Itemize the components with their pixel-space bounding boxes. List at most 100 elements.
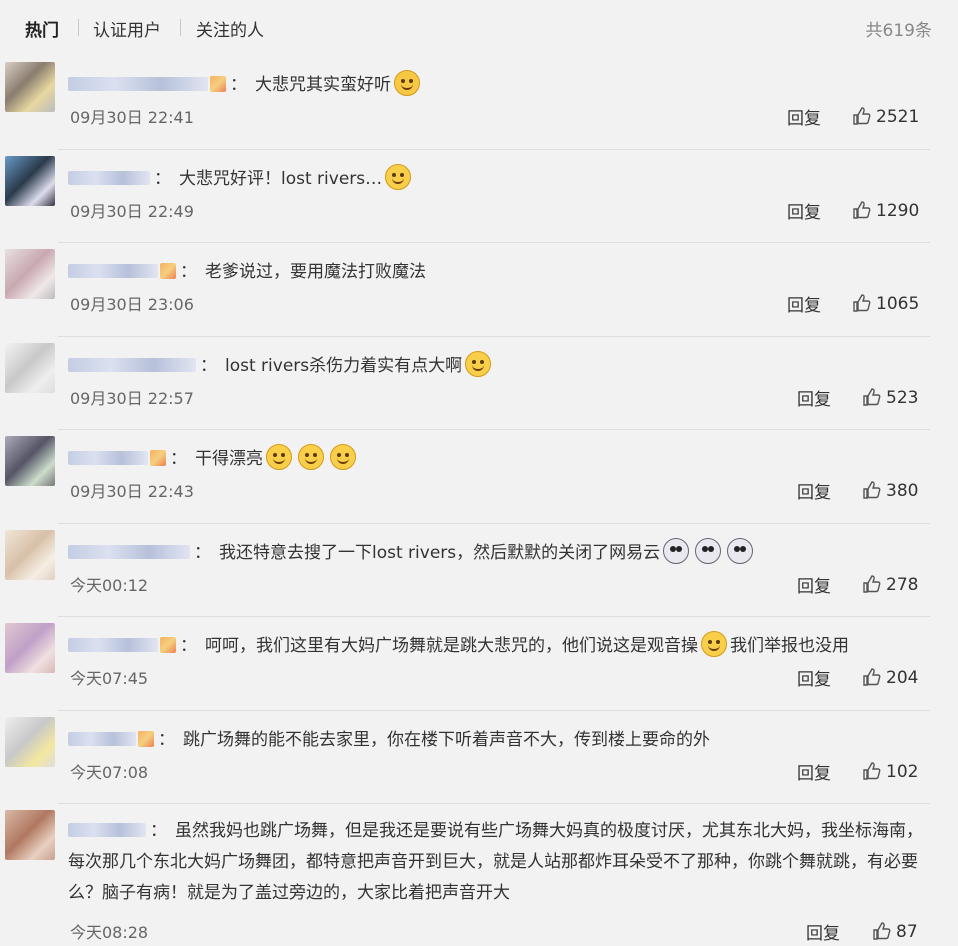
comment-item: ： 跳广场舞的能不能去家里，你在楼下听着声音不大，传到楼上要命的外 今天07:08 回… bbox=[0, 711, 958, 804]
colon: ： bbox=[180, 636, 197, 656]
avatar[interactable] bbox=[5, 342, 55, 393]
tab-following[interactable]: 关注的人 bbox=[196, 16, 264, 41]
username-blurred[interactable] bbox=[68, 823, 146, 837]
comment-body: ： 老爹说过，要用魔法打败魔法 bbox=[68, 257, 918, 287]
dog-emoji-icon bbox=[663, 537, 690, 564]
tab-verified-users[interactable]: 认证用户 bbox=[93, 16, 161, 41]
reply-button[interactable]: 回复 bbox=[797, 572, 831, 597]
reply-button[interactable]: 回复 bbox=[797, 478, 831, 503]
avatar[interactable] bbox=[5, 62, 55, 112]
laugh-emoji-icon bbox=[465, 350, 492, 377]
comment-count: 共619条 bbox=[865, 21, 932, 41]
like-button[interactable]: 1290 bbox=[852, 200, 919, 221]
user-badge-icon bbox=[160, 637, 176, 653]
reply-button[interactable]: 回复 bbox=[787, 198, 821, 223]
cry-emoji-icon bbox=[701, 631, 727, 657]
user-badge-icon bbox=[150, 450, 166, 466]
comment-item: ： 我还特意去搜了一下lost rivers，然后默默的关闭了网易云今天00:12… bbox=[0, 524, 958, 617]
comment-text-continued: 我们举报也没用 bbox=[730, 636, 849, 656]
like-button[interactable]: 1065 bbox=[852, 293, 919, 314]
comment-body: ： 大悲咒其实蛮好听 bbox=[68, 70, 918, 100]
comment-time: 今天00:12 bbox=[70, 575, 149, 595]
comment-text: 虽然我妈也跳广场舞，但是我还是要说有些广场舞大妈真的极度讨厌，尤其东北大妈，我坐… bbox=[68, 821, 923, 903]
tab-separator bbox=[78, 19, 79, 36]
thumbs-up-icon bbox=[872, 921, 892, 941]
dog-emoji-icon bbox=[695, 537, 722, 564]
comment-text: 我还特意去搜了一下lost rivers，然后默默的关闭了网易云 bbox=[219, 542, 661, 563]
colon: ： bbox=[170, 449, 187, 469]
comment-text: 老爹说过，要用魔法打败魔法 bbox=[205, 262, 426, 282]
avatar[interactable] bbox=[5, 529, 55, 580]
like-count: 380 bbox=[886, 481, 919, 501]
reply-button[interactable]: 回复 bbox=[806, 919, 840, 944]
thumbs-up-icon bbox=[862, 761, 882, 781]
avatar[interactable] bbox=[5, 249, 55, 299]
comment-text: lost rivers杀伤力着实有点大啊 bbox=[225, 355, 463, 376]
like-count: 278 bbox=[886, 574, 919, 595]
comment-body: ： lost rivers杀伤力着实有点大啊 bbox=[68, 350, 918, 381]
tab-hot[interactable]: 热门 bbox=[25, 16, 59, 41]
comment-item: ： 干得漂亮 09月30日 22:43 回复 380 bbox=[0, 430, 958, 524]
smile-emoji-icon bbox=[298, 444, 324, 470]
grin-emoji-icon bbox=[394, 70, 420, 96]
reply-button[interactable]: 回复 bbox=[787, 104, 821, 129]
username-blurred[interactable] bbox=[68, 170, 150, 185]
like-button[interactable]: 204 bbox=[862, 667, 918, 688]
avatar[interactable] bbox=[5, 155, 55, 206]
like-count: 2521 bbox=[876, 107, 920, 127]
thumbs-up-icon bbox=[862, 574, 882, 594]
comment-time: 09月30日 22:41 bbox=[70, 108, 194, 127]
thumbs-up-icon bbox=[862, 480, 882, 500]
comment-time: 今天07:08 bbox=[70, 762, 149, 782]
thumbs-up-icon bbox=[852, 106, 872, 126]
comment-item: ： lost rivers杀伤力着实有点大啊 09月30日 22:57 回复 523 bbox=[0, 337, 958, 430]
comment-item: ： 呵呵，我们这里有大妈广场舞就是跳大悲咒的，他们说这是观音操 我们举报也没用今天0… bbox=[0, 617, 958, 711]
comment-time: 09月30日 22:43 bbox=[70, 482, 194, 501]
colon: ： bbox=[230, 75, 247, 95]
user-badge-icon bbox=[210, 76, 226, 92]
like-count: 523 bbox=[886, 387, 919, 408]
like-count: 1290 bbox=[876, 200, 920, 221]
reply-button[interactable]: 回复 bbox=[797, 665, 831, 690]
comment-body: ： 我还特意去搜了一下lost rivers，然后默默的关闭了网易云 bbox=[68, 537, 918, 568]
like-button[interactable]: 523 bbox=[862, 387, 918, 408]
colon: ： bbox=[154, 168, 171, 189]
comment-time: 09月30日 22:49 bbox=[70, 201, 194, 221]
username-blurred[interactable] bbox=[68, 357, 196, 372]
comment-text: 呵呵，我们这里有大妈广场舞就是跳大悲咒的，他们说这是观音操 bbox=[205, 636, 698, 656]
avatar[interactable] bbox=[5, 623, 55, 673]
username-blurred[interactable] bbox=[68, 77, 208, 91]
comment-body: ： 干得漂亮 bbox=[68, 444, 918, 474]
comment-text: 大悲咒其实蛮好听 bbox=[255, 75, 391, 95]
username-blurred[interactable] bbox=[68, 451, 148, 465]
reply-button[interactable]: 回复 bbox=[797, 385, 831, 410]
like-button[interactable]: 278 bbox=[862, 574, 918, 595]
reply-button[interactable]: 回复 bbox=[797, 759, 831, 784]
comment-item: ：虽然我妈也跳广场舞，但是我还是要说有些广场舞大妈真的极度讨厌，尤其东北大妈，我… bbox=[0, 804, 958, 944]
thumbs-up-icon bbox=[862, 667, 882, 687]
like-button[interactable]: 2521 bbox=[852, 106, 919, 127]
thumbs-up-icon bbox=[862, 387, 882, 407]
like-count: 87 bbox=[896, 922, 918, 942]
like-count: 1065 bbox=[876, 294, 920, 314]
colon: ： bbox=[158, 729, 175, 750]
tab-separator bbox=[180, 19, 181, 36]
username-blurred[interactable] bbox=[68, 544, 190, 559]
comment-list: ： 大悲咒其实蛮好听 09月30日 22:41 回复 2521 ： 大悲咒好评！lost r… bbox=[0, 56, 958, 944]
reply-button[interactable]: 回复 bbox=[787, 291, 821, 316]
username-blurred[interactable] bbox=[68, 638, 158, 652]
comment-text: 大悲咒好评！lost rivers… bbox=[179, 168, 383, 189]
username-blurred[interactable] bbox=[68, 264, 158, 278]
avatar[interactable] bbox=[5, 716, 55, 767]
avatar[interactable] bbox=[5, 436, 55, 486]
dog-emoji-icon bbox=[727, 537, 754, 564]
thumbs-up-icon bbox=[852, 200, 872, 220]
like-count: 204 bbox=[886, 668, 919, 688]
username-blurred[interactable] bbox=[68, 731, 136, 746]
like-button[interactable]: 380 bbox=[862, 480, 918, 501]
colon: ： bbox=[194, 542, 211, 563]
avatar[interactable] bbox=[5, 810, 55, 860]
colon: ： bbox=[200, 355, 217, 376]
like-button[interactable]: 102 bbox=[862, 761, 918, 782]
comment-time: 今天07:45 bbox=[70, 669, 149, 688]
